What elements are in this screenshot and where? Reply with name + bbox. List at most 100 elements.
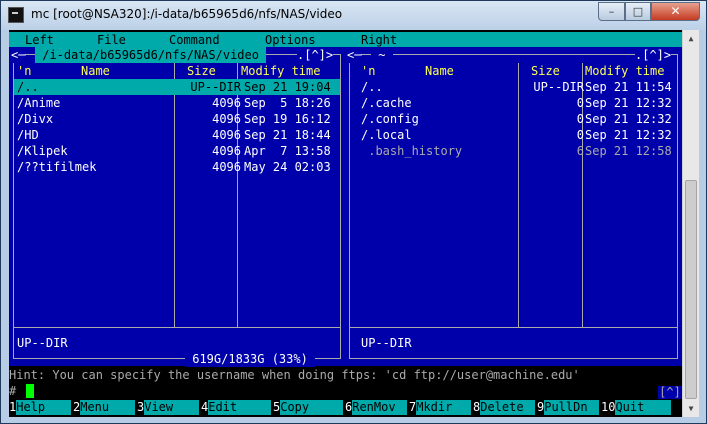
fkey-label: Edit (208, 400, 272, 415)
fkey-label: View (144, 400, 200, 415)
left-panel-history-button[interactable]: .[^]> (297, 47, 334, 63)
shell-prompt: # (9, 384, 17, 398)
file-size: 0 (576, 128, 584, 142)
fkey-label: Copy (280, 400, 344, 415)
right-panel[interactable]: <─ ~ .[^]> 'n Name Size Modify time /.. U… (345, 47, 682, 366)
fkey-label: RenMov (352, 400, 408, 415)
file-size: 4096 (212, 144, 241, 158)
file-row[interactable]: /Anime 4096 Sep 5 18:26 (14, 95, 340, 111)
terminal-area[interactable]: Left File Command Options Right <─ /i-da… (9, 30, 682, 417)
file-mtime: Sep 5 18:26 (244, 96, 331, 110)
command-history-button[interactable]: [^] (658, 386, 682, 399)
file-name: /Anime (17, 96, 61, 110)
close-button[interactable]: ✕ (651, 2, 700, 21)
fkey-view[interactable]: 3View (137, 400, 200, 415)
menu-options[interactable]: Options (265, 33, 316, 47)
file-name: .bash_history (361, 144, 463, 158)
file-mtime: Sep 21 12:32 (585, 96, 672, 110)
fkey-menu[interactable]: 2Menu (73, 400, 136, 415)
file-name: /Divx (17, 112, 54, 126)
scrollbar-thumb[interactable] (685, 180, 697, 399)
fkey-number: 8 (473, 400, 481, 414)
left-panel-nav-marker[interactable]: <─ (11, 47, 26, 63)
fkey-number: 9 (537, 400, 545, 414)
right-panel-path[interactable]: ~ (371, 47, 393, 63)
hint-line: Hint: You can specify the username when … (9, 368, 580, 382)
file-mtime: Apr 7 13:58 (244, 144, 331, 158)
menu-left[interactable]: Left (25, 33, 54, 47)
fkey-label: Mkdir (416, 400, 472, 415)
file-row[interactable]: /Klipek 4096 Apr 7 13:58 (14, 143, 340, 159)
right-col-name[interactable]: Name (425, 63, 454, 79)
fkey-label: Delete (480, 400, 536, 415)
fkey-number: 5 (273, 400, 281, 414)
scroll-down-arrow-icon[interactable]: ▼ (683, 400, 699, 417)
left-col-mtime[interactable]: Modify time (241, 63, 320, 79)
file-size: UP--DIR (190, 80, 241, 94)
fkey-edit[interactable]: 4Edit (201, 400, 272, 415)
maximize-button[interactable]: □ (625, 2, 651, 21)
file-name: /.. (17, 80, 39, 94)
menu-right[interactable]: Right (361, 33, 397, 47)
fkey-pulldn[interactable]: 9PullDn (537, 400, 600, 415)
fkey-quit[interactable]: 10Quit (601, 400, 672, 415)
file-mtime: Sep 21 12:32 (585, 112, 672, 126)
file-row[interactable]: /??tifilmek 4096 May 24 02:03 (14, 159, 340, 175)
fkey-number: 7 (409, 400, 417, 414)
file-row[interactable]: /.cache 0 Sep 21 12:32 (350, 95, 677, 111)
file-size: 0 (576, 96, 584, 110)
file-name: /HD (17, 128, 39, 142)
right-col-size[interactable]: Size (531, 63, 560, 79)
right-panel-history-button[interactable]: .[^]> (635, 47, 672, 63)
file-size: 4096 (212, 128, 241, 142)
right-sort-indicator[interactable]: 'n (361, 63, 375, 79)
left-panel[interactable]: <─ /i-data/b65965d6/nfs/NAS/video .[^]> … (9, 47, 345, 367)
file-name: /Klipek (17, 144, 68, 158)
file-row[interactable]: /Divx 4096 Sep 19 16:12 (14, 111, 340, 127)
right-panel-nav-marker[interactable]: <─ (347, 47, 362, 63)
fkey-label: Menu (80, 400, 136, 415)
left-panel-status: UP--DIR (17, 336, 68, 350)
function-key-bar: 1Help 2Menu 3View 4Edit 5Copy 6RenMov 7Mkdir 8D… (9, 400, 682, 415)
command-line-cursor[interactable] (26, 384, 34, 398)
window-title: mc [root@NSA320]:/i-data/b65965d6/nfs/NA… (31, 7, 343, 21)
file-name: /.local (361, 128, 412, 142)
left-panel-path[interactable]: /i-data/b65965d6/nfs/NAS/video (35, 47, 267, 63)
fkey-number: 3 (137, 400, 145, 414)
fkey-mkdir[interactable]: 7Mkdir (409, 400, 472, 415)
file-size: 6 (576, 144, 584, 158)
scroll-up-arrow-icon[interactable]: ▲ (683, 30, 699, 47)
vertical-scrollbar[interactable]: ▲ ▼ (682, 30, 699, 417)
file-row[interactable]: .bash_history 6 Sep 21 12:58 (350, 143, 677, 159)
menu-file[interactable]: File (97, 33, 126, 47)
right-col-mtime[interactable]: Modify time (585, 63, 664, 79)
title-bar[interactable]: mc [root@NSA320]:/i-data/b65965d6/nfs/NA… (1, 1, 706, 30)
file-size: 4096 (212, 96, 241, 110)
left-sort-indicator[interactable]: 'n (17, 63, 31, 79)
file-row[interactable]: /.config 0 Sep 21 12:32 (350, 111, 677, 127)
fkey-label: Help (16, 400, 72, 415)
file-size: 4096 (212, 112, 241, 126)
file-row[interactable]: /.. UP--DIR Sep 21 19:04 (14, 79, 340, 95)
menu-command[interactable]: Command (169, 33, 220, 47)
fkey-label: PullDn (544, 400, 600, 415)
fkey-number: 4 (201, 400, 209, 414)
left-col-name[interactable]: Name (81, 63, 110, 79)
file-mtime: Sep 21 19:04 (244, 80, 331, 94)
minimize-button[interactable]: – (598, 2, 625, 21)
file-row[interactable]: /.local 0 Sep 21 12:32 (350, 127, 677, 143)
fkey-number: 2 (73, 400, 81, 414)
file-mtime: May 24 02:03 (244, 160, 331, 174)
fkey-help[interactable]: 1Help (9, 400, 72, 415)
file-size: 4096 (212, 160, 241, 174)
file-row[interactable]: /HD 4096 Sep 21 18:44 (14, 127, 340, 143)
file-row[interactable]: /.. UP--DIR Sep 21 11:54 (350, 79, 677, 95)
fkey-renmov[interactable]: 6RenMov (345, 400, 408, 415)
right-panel-status: UP--DIR (361, 336, 412, 350)
fkey-copy[interactable]: 5Copy (273, 400, 344, 415)
terminal-window: mc [root@NSA320]:/i-data/b65965d6/nfs/NA… (0, 0, 707, 424)
file-mtime: Sep 21 11:54 (585, 80, 672, 94)
left-col-size[interactable]: Size (187, 63, 216, 79)
fkey-number: 1 (9, 400, 17, 414)
fkey-delete[interactable]: 8Delete (473, 400, 536, 415)
